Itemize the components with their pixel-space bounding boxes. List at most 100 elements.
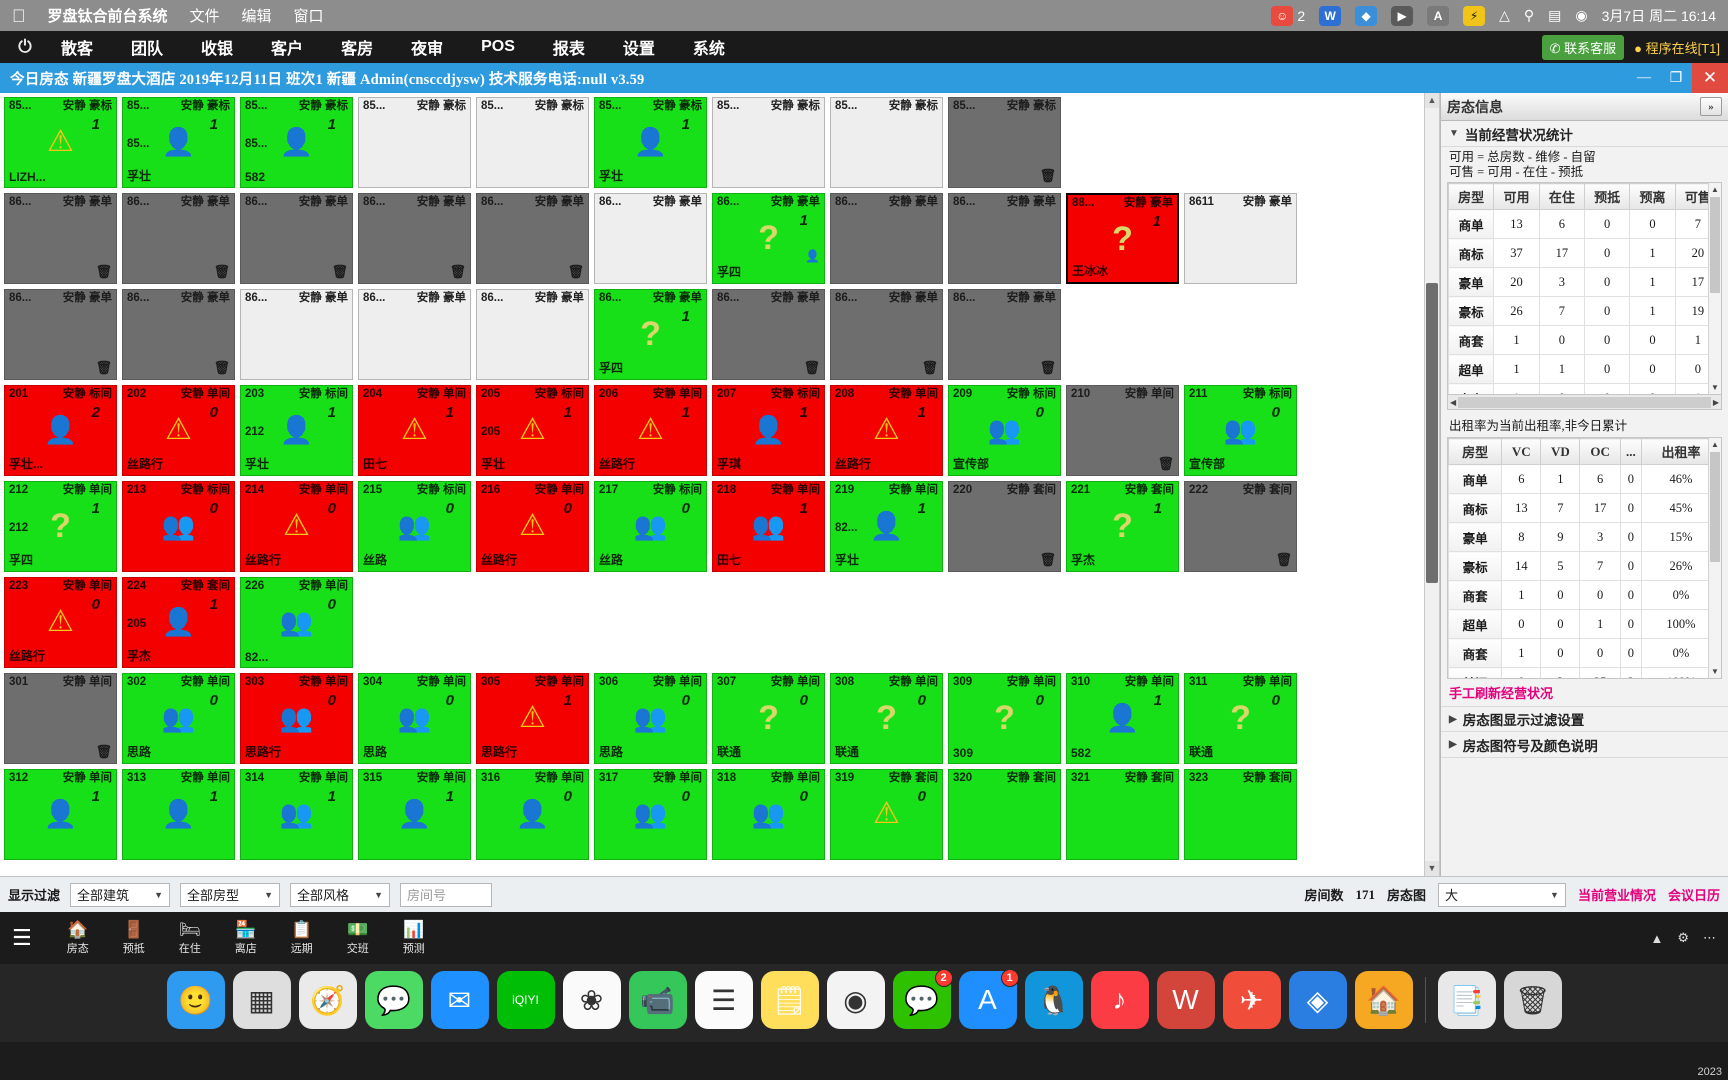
column-header[interactable]: 在住 bbox=[1538, 183, 1585, 210]
quick-item-离店[interactable]: 🏪 离店 bbox=[226, 920, 266, 956]
quick-item-在住[interactable]: 🛏 在住 bbox=[170, 920, 210, 956]
current-business-link[interactable]: 当前营业情况 bbox=[1578, 885, 1656, 904]
table2-scrollbar[interactable]: ▲ ▼ bbox=[1708, 438, 1721, 678]
room-tile[interactable]: 85... 安静 豪标 1 👤 85... 582 bbox=[240, 97, 353, 188]
foxmail-icon[interactable]: ✈ bbox=[1222, 971, 1281, 1029]
messages-icon[interactable]: 💬 bbox=[364, 971, 423, 1029]
room-tile[interactable]: 208 安静 单间 1 ⚠ 丝路行 bbox=[830, 385, 943, 476]
photos-icon[interactable]: ❀ bbox=[562, 971, 621, 1029]
room-tile[interactable]: 85... 安静 豪标 bbox=[476, 97, 589, 188]
room-tile[interactable]: 86... 安静 豪单 1? 孚四 bbox=[594, 289, 707, 380]
table1-scroll-down[interactable]: ▼ bbox=[1709, 381, 1721, 394]
room-tile[interactable]: 226 安静 单间 0 👥 82... bbox=[240, 577, 353, 668]
finder-icon[interactable]: 🙂 bbox=[166, 971, 225, 1029]
room-tile[interactable]: 321 安静 套间 bbox=[1066, 769, 1179, 860]
room-tile[interactable]: 210 安静 单间 🗑 bbox=[1066, 385, 1179, 476]
scroll-down-arrow[interactable]: ▼ bbox=[1425, 861, 1439, 876]
column-header[interactable]: 房型 bbox=[1448, 183, 1495, 210]
table-row[interactable]: 超单 0 0 1 0 100% bbox=[1448, 609, 1721, 639]
building-select[interactable]: 全部建筑 ▼ bbox=[70, 882, 171, 907]
room-tile[interactable]: 219 安静 单间 1 👤 82... 孚壮 bbox=[830, 481, 943, 572]
room-tile[interactable]: 315 安静 单间 1 👤 bbox=[358, 769, 471, 860]
nav-item-shezhi[interactable]: 设置 bbox=[604, 35, 674, 59]
nav-item-kefang[interactable]: 客房 bbox=[322, 35, 392, 59]
room-tile[interactable]: 202 安静 单间 0 ⚠ 丝路行 bbox=[122, 385, 235, 476]
room-tile[interactable]: 86... 安静 豪单 🗑 bbox=[830, 289, 943, 380]
room-tile[interactable]: 215 安静 标间 0 👥 丝路 bbox=[358, 481, 471, 572]
room-tile[interactable]: 86... 安静 豪单 🗑 bbox=[4, 289, 117, 380]
minimize-button[interactable]: — bbox=[1628, 63, 1660, 93]
room-tile[interactable]: 86... 安静 豪单 🗑 bbox=[122, 193, 235, 284]
table2-scroll-down[interactable]: ▼ bbox=[1709, 665, 1721, 678]
room-tile[interactable]: 303 安静 单间 0 👥 思路行 bbox=[240, 673, 353, 764]
settings-gear-icon[interactable]: ⚙ bbox=[1677, 930, 1689, 946]
table-row[interactable]: 豪标 14 5 7 0 26% bbox=[1448, 551, 1721, 581]
room-tile[interactable]: 305 安静 单间 1 ⚠ 思路行 bbox=[476, 673, 589, 764]
mac-menu-item-file[interactable]: 文件 bbox=[190, 5, 220, 26]
room-tile[interactable]: 222 安静 套间 🗑 bbox=[1184, 481, 1297, 572]
menu-hamburger-icon[interactable]: ☰ bbox=[12, 925, 32, 951]
manual-refresh-link[interactable]: 手工刷新经营状况 bbox=[1441, 679, 1728, 706]
quick-item-预抵[interactable]: 🚪 预抵 bbox=[114, 920, 154, 956]
room-tile[interactable]: 320 安静 套间 bbox=[948, 769, 1061, 860]
room-status-grid[interactable]: 85... 安静 豪标 1 ⚠ LIZH... 85... 安静 豪标 1 👤 85... 孚壮 85… bbox=[0, 93, 1424, 876]
room-tile[interactable]: 218 安静 单间 1 👥 田七 bbox=[712, 481, 825, 572]
room-tile[interactable]: 86... 安静 豪单 🗑 bbox=[358, 193, 471, 284]
table-row[interactable]: 商套 1 0 0 0 0% bbox=[1448, 580, 1721, 610]
room-tile[interactable]: 207 安静 标间 1 👤 孚琪 bbox=[712, 385, 825, 476]
room-tile[interactable]: 85... 安静 豪标 1 ⚠ LIZH... bbox=[4, 97, 117, 188]
more-dots-icon[interactable]: ⋯ bbox=[1703, 930, 1716, 946]
trash-icon[interactable]: 🗑 bbox=[1503, 971, 1562, 1029]
column-header[interactable]: 预抵 bbox=[1583, 183, 1631, 210]
apple-logo-icon[interactable]:  bbox=[12, 7, 26, 25]
table1-scroll-up[interactable]: ▲ bbox=[1709, 183, 1721, 196]
room-tile[interactable]: 203 安静 标间 1 👤 212 孚壮 bbox=[240, 385, 353, 476]
table2-scroll-thumb[interactable] bbox=[1710, 452, 1720, 562]
room-tile[interactable]: 86... 安静 豪单 1? 孚四 👤 bbox=[712, 193, 825, 284]
compass-app-icon[interactable]: ◈ bbox=[1288, 971, 1347, 1029]
qq-menu-icon[interactable]: ☺ 2 bbox=[1271, 5, 1305, 26]
chrome-icon[interactable]: ◉ bbox=[826, 971, 885, 1029]
room-tile[interactable]: 310 安静 单间 1 👤 582 bbox=[1066, 673, 1179, 764]
wifi-icon[interactable]: △ bbox=[1499, 7, 1510, 24]
table-row[interactable]: 单间03252100% bbox=[1448, 667, 1721, 678]
table-row[interactable]: 商标 37 17 0 1 20 bbox=[1448, 238, 1721, 268]
mail-icon[interactable]: ✉ bbox=[430, 971, 489, 1029]
room-tile[interactable]: 209 安静 标间 0 👥 宣传部 bbox=[948, 385, 1061, 476]
room-tile[interactable]: 306 安静 单间 0 👥 思路 bbox=[594, 673, 707, 764]
room-tile[interactable]: 220 安静 套间 🗑 bbox=[948, 481, 1061, 572]
room-tile[interactable]: 217 安静 标间 0 👥 丝路 bbox=[594, 481, 707, 572]
table-row[interactable]: 商单 6 1 6 0 46% bbox=[1448, 464, 1721, 494]
facetime-icon[interactable]: 📹 bbox=[628, 971, 687, 1029]
wps-icon[interactable]: W bbox=[1156, 971, 1215, 1029]
room-tile[interactable]: 85... 安静 豪标 1 👤 85... 孚壮 bbox=[122, 97, 235, 188]
room-tile[interactable]: 86... 安静 豪单 bbox=[830, 193, 943, 284]
wechat-icon[interactable]: 💬 2 bbox=[892, 969, 953, 1029]
room-tile[interactable]: 86... 安静 豪单 bbox=[948, 193, 1061, 284]
nav-item-kehu[interactable]: 客户 bbox=[252, 35, 322, 59]
room-tile[interactable]: 318 安静 单间 0 👥 bbox=[712, 769, 825, 860]
contact-support-button[interactable]: ✆ 联系客服 bbox=[1541, 34, 1625, 60]
section-business-stats[interactable]: ▼ 当前经营状况统计 bbox=[1441, 121, 1728, 147]
room-tile[interactable]: 8611 安静 豪单 bbox=[1184, 193, 1297, 284]
column-header[interactable]: 房型 bbox=[1448, 438, 1503, 465]
room-tile[interactable]: 312 安静 单间 1 👤 bbox=[4, 769, 117, 860]
room-tile[interactable]: 307 安静 单间 0? 联通 bbox=[712, 673, 825, 764]
launchpad-icon[interactable]: ▦ bbox=[232, 971, 291, 1029]
table-row[interactable]: 超单 1 1 0 0 0 bbox=[1448, 354, 1721, 384]
nav-item-sanke[interactable]: 散客 bbox=[42, 35, 112, 59]
scroll-thumb[interactable] bbox=[1426, 283, 1438, 583]
room-tile[interactable]: 86... 安静 豪单 bbox=[594, 193, 707, 284]
room-tile[interactable]: 86... 安静 豪单 bbox=[476, 289, 589, 380]
room-tile[interactable]: 86... 安静 豪单 🗑 bbox=[712, 289, 825, 380]
quick-item-远期[interactable]: 📋 远期 bbox=[282, 920, 322, 956]
room-tile[interactable]: 86... 安静 豪单 🗑 bbox=[476, 193, 589, 284]
wps-menu-icon[interactable]: W bbox=[1319, 5, 1342, 26]
table-row[interactable]: 豪单 8 9 3 0 15% bbox=[1448, 522, 1721, 552]
table-row[interactable]: 商套 1 0 0 0 0% bbox=[1448, 638, 1721, 668]
room-tile[interactable]: 211 安静 标间 0 👥 宣传部 bbox=[1184, 385, 1297, 476]
room-grid-scrollbar[interactable]: ▲ ▼ bbox=[1424, 93, 1440, 876]
room-tile[interactable]: 214 安静 单间 0 ⚠ 丝路行 bbox=[240, 481, 353, 572]
room-tile[interactable]: 86... 安静 豪单 bbox=[240, 289, 353, 380]
nav-item-tuandui[interactable]: 团队 bbox=[112, 35, 182, 59]
